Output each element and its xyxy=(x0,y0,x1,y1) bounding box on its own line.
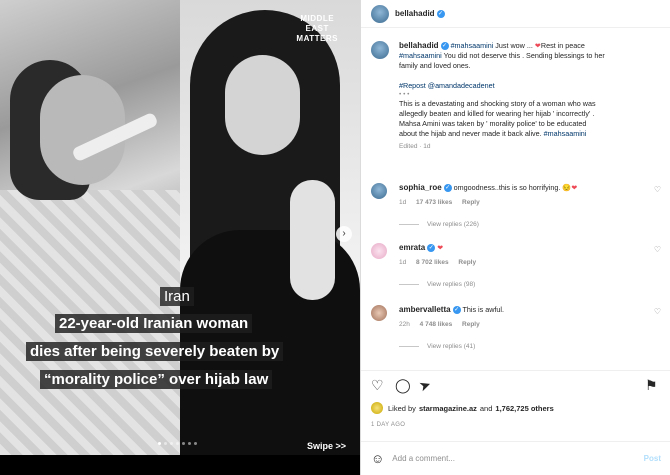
post-media[interactable]: MIDDLE EAST MATTERS › Iran 22-year-old I… xyxy=(0,0,360,475)
caption-text: Mahsa Amini was taken by ' morality poli… xyxy=(399,119,587,128)
share-icon[interactable]: ➤ xyxy=(417,375,433,394)
hashtag-link[interactable]: #mahsaamini xyxy=(451,41,494,50)
comment-username[interactable]: sophia_roe xyxy=(399,183,442,192)
logo-line: MATTERS xyxy=(296,34,338,43)
comment-age: 1d xyxy=(399,259,407,266)
action-bar: ♡ ◯ ➤ ⚑ xyxy=(361,370,670,400)
comment-body: This is awful. xyxy=(460,305,504,314)
hand xyxy=(290,180,335,300)
hashtag-link[interactable]: #mahsaamini xyxy=(399,51,442,60)
verified-badge-icon: ✓ xyxy=(443,184,452,193)
avatar[interactable] xyxy=(371,402,383,414)
face xyxy=(225,55,300,155)
comment-body: omgoodness..this is so horrifying. xyxy=(451,183,563,192)
post-timestamp: 1 DAY AGO xyxy=(371,422,406,428)
reply-button[interactable]: Reply xyxy=(462,199,480,206)
caption-text: Rest in peace xyxy=(540,41,585,50)
caption-body: bellahadid ✓ #mahsaamini Just wow ... ❤Re… xyxy=(399,41,661,152)
heart-outline-icon[interactable]: ♡ xyxy=(654,245,661,254)
avatar[interactable] xyxy=(371,243,387,259)
location-tag: Iran xyxy=(160,287,194,306)
caption-text: family and loved ones. xyxy=(399,61,471,70)
logo-line: EAST xyxy=(305,24,329,33)
add-comment-bar: ☺ Post xyxy=(361,441,670,475)
verified-badge-icon: ✓ xyxy=(436,9,445,18)
carousel-dot xyxy=(164,442,167,445)
comment-age: 22h xyxy=(399,321,410,328)
liked-by-label: Liked by xyxy=(388,403,416,413)
comment-text: ambervalletta ✓ This is awful. xyxy=(399,305,504,315)
comment-icon[interactable]: ◯ xyxy=(395,378,411,392)
headline-line: “morality police” over hijab law xyxy=(40,370,273,389)
view-replies-button[interactable]: View replies (226) xyxy=(399,221,479,228)
carousel-dot xyxy=(176,442,179,445)
likes-summary: Liked by starmagazine.az and 1,762,725 o… xyxy=(371,402,557,414)
logo-line: MIDDLE xyxy=(300,14,335,23)
verified-badge-icon: ✓ xyxy=(440,42,449,51)
avatar[interactable] xyxy=(371,4,389,23)
reply-button[interactable]: Reply xyxy=(458,259,476,266)
heart-outline-icon[interactable]: ♡ xyxy=(654,307,661,316)
carousel-dot xyxy=(158,442,161,445)
sad-face-emoji: 😔 xyxy=(562,183,572,192)
reply-button[interactable]: Reply xyxy=(462,321,480,328)
caption-dots: • • • xyxy=(399,91,410,98)
caption-username[interactable]: bellahadid xyxy=(399,41,439,50)
comment-text: emrata ✓ ❤ xyxy=(399,243,443,253)
caption-text: This is a devastating and shocking story… xyxy=(399,99,596,108)
caption-text: about the hijab and never made it back a… xyxy=(399,129,544,138)
caption-text: Just wow ... xyxy=(493,41,535,50)
comments-scroll[interactable]: bellahadid ✓ #mahsaamini Just wow ... ❤Re… xyxy=(361,29,670,369)
liked-and-label: and xyxy=(479,403,493,413)
comment-username[interactable]: ambervalletta xyxy=(399,305,451,314)
liked-by-user[interactable]: starmagazine.az xyxy=(419,404,477,413)
avatar[interactable] xyxy=(371,305,387,321)
headline-line: 22-year-old Iranian woman xyxy=(55,314,253,333)
comment-meta: 22h 4 748 likes Reply xyxy=(399,321,488,328)
view-replies-button[interactable]: View replies (98) xyxy=(399,281,475,288)
carousel-dots xyxy=(158,442,197,445)
post-header: bellahadid ✓ xyxy=(361,0,670,28)
post-panel: bellahadid ✓ bellahadid ✓ #mahsaamini Jus… xyxy=(360,0,670,475)
verified-badge-icon: ✓ xyxy=(452,306,461,315)
avatar[interactable] xyxy=(371,41,389,59)
edited-label: Edited · 1d xyxy=(399,143,431,150)
comment-likes[interactable]: 17 473 likes xyxy=(416,199,452,206)
comment-age: 1d xyxy=(399,199,407,206)
outlet-logo: MIDDLE EAST MATTERS xyxy=(296,14,338,44)
header-username[interactable]: bellahadid xyxy=(395,9,435,18)
carousel-dot xyxy=(194,442,197,445)
chevron-right-icon[interactable]: › xyxy=(336,226,352,242)
comment-likes[interactable]: 8 702 likes xyxy=(416,259,449,266)
emoji-icon[interactable]: ☺ xyxy=(371,451,384,466)
repost-link[interactable]: #Repost @amandadecadenet xyxy=(399,81,661,91)
heart-outline-icon[interactable]: ♡ xyxy=(654,185,661,194)
comment-meta: 1d 17 473 likes Reply xyxy=(399,199,488,206)
caption-text: You did not deserve this . Sending bless… xyxy=(441,51,605,60)
comment-username[interactable]: emrata xyxy=(399,243,425,252)
likes-count[interactable]: 1,762,725 others xyxy=(495,404,553,413)
hashtag-link[interactable]: #mahsaamini xyxy=(544,129,587,138)
post-button[interactable]: Post xyxy=(644,454,661,463)
bookmark-icon[interactable]: ⚑ xyxy=(645,378,658,392)
swipe-label: Swipe >> xyxy=(306,441,346,451)
comment-meta: 1d 8 702 likes Reply xyxy=(399,259,484,266)
carousel-dot xyxy=(182,442,185,445)
heart-icon[interactable]: ♡ xyxy=(371,378,384,392)
headline-line: dies after being severely beaten by xyxy=(26,342,284,361)
view-replies-button[interactable]: View replies (41) xyxy=(399,343,475,350)
carousel-dot xyxy=(188,442,191,445)
comment-text: sophia_roe ✓ omgoodness..this is so horri… xyxy=(399,183,577,193)
avatar[interactable] xyxy=(371,183,387,199)
comment-input[interactable] xyxy=(392,454,644,463)
caption-text: allegedly beaten and killed for wearing … xyxy=(399,109,595,118)
comment-likes[interactable]: 4 748 likes xyxy=(420,321,453,328)
carousel-dot xyxy=(170,442,173,445)
heart-emoji: ❤ xyxy=(437,243,444,252)
heart-emoji: ❤ xyxy=(571,183,578,192)
